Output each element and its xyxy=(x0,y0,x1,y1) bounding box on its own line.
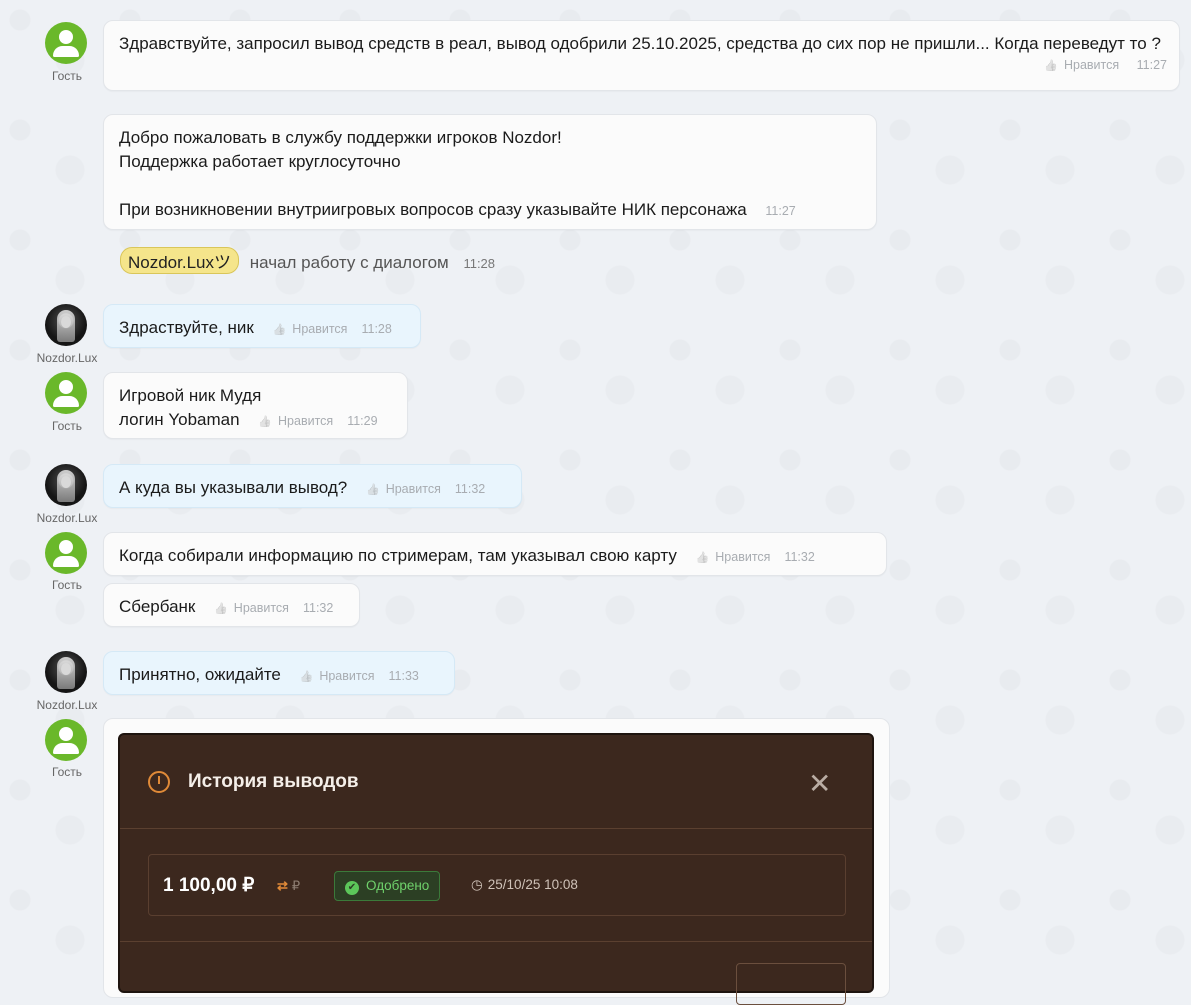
operator-avatar xyxy=(45,464,87,506)
author-label: Nozdor.Lux xyxy=(36,698,98,712)
author-label: Гость xyxy=(51,765,83,779)
like-button[interactable]: Нравится xyxy=(273,322,348,336)
message-bubble: А куда вы указывали вывод? Нравится 11:32 xyxy=(103,464,522,508)
like-button[interactable]: Нравится xyxy=(300,669,375,683)
button-stub xyxy=(736,963,846,1005)
message-time: 11:27 xyxy=(1136,58,1167,72)
close-icon: ✕ xyxy=(808,768,832,799)
author-label: Гость xyxy=(51,578,83,592)
message-time: 11:28 xyxy=(361,322,392,336)
author-label: Nozdor.Lux xyxy=(36,511,98,525)
divider xyxy=(120,941,872,942)
withdrawal-row: 1 100,00 ₽ ⇄₽ Одобрено 25/10/25 10:08 xyxy=(148,854,846,916)
message-line: Игровой ник Мудя xyxy=(119,386,262,405)
screenshot-title: История выводов xyxy=(188,771,359,792)
like-button[interactable]: Нравится xyxy=(214,601,289,615)
operator-avatar xyxy=(45,304,87,346)
status-badge: Одобрено xyxy=(334,871,441,901)
message-line: логин Yobaman xyxy=(119,410,240,429)
message-text: Здравствуйте, запросил вывод средств в р… xyxy=(119,34,1161,53)
operator-nick-badge[interactable]: Nozdor.Luxツ xyxy=(120,247,239,274)
author-label: Гость xyxy=(51,419,83,433)
currency-swap-icon: ⇄ ₽ xyxy=(277,878,301,893)
system-line: Nozdor.Luxツ начал работу с диалогом 11:2… xyxy=(120,247,495,274)
guest-avatar xyxy=(45,22,87,64)
message-line: Добро пожаловать в службу поддержки игро… xyxy=(119,128,562,147)
author-label: Гость xyxy=(51,69,83,83)
divider xyxy=(120,828,872,829)
message-time: 11:28 xyxy=(463,256,496,271)
message-text: Когда собирали информацию по стримерам, … xyxy=(119,546,677,565)
welcome-message: Добро пожаловать в службу поддержки игро… xyxy=(103,114,877,230)
like-button[interactable]: Нравится xyxy=(1044,58,1119,72)
message-text: Принятно, ожидайте xyxy=(119,665,281,684)
history-icon xyxy=(148,771,170,793)
author-label: Nozdor.Lux xyxy=(36,351,98,365)
message-time: 11:32 xyxy=(454,482,486,496)
message-bubble: Здравствуйте, запросил вывод средств в р… xyxy=(103,20,1180,91)
guest-avatar xyxy=(45,532,87,574)
message-bubble: Когда собирали информацию по стримерам, … xyxy=(103,532,887,576)
system-text: начал работу с диалогом xyxy=(249,253,449,272)
message-time: 11:27 xyxy=(765,204,796,218)
like-button[interactable]: Нравится xyxy=(258,414,333,428)
message-line: При возникновении внутриигровых вопросов… xyxy=(119,200,747,219)
guest-avatar xyxy=(45,719,87,761)
guest-avatar xyxy=(45,372,87,414)
message-text: Сбербанк xyxy=(119,597,196,616)
operator-avatar xyxy=(45,651,87,693)
message-time: 11:32 xyxy=(784,550,815,564)
like-button[interactable]: Нравится xyxy=(696,550,771,564)
message-time: 11:29 xyxy=(347,414,378,428)
message-time: 11:32 xyxy=(302,601,334,615)
attached-screenshot[interactable]: История выводов ✕ 1 100,00 ₽ ⇄₽ Одобрено… xyxy=(118,733,874,1005)
like-button[interactable]: Нравится xyxy=(366,482,441,496)
message-bubble: Здраствуйте, ник Нравится 11:28 xyxy=(103,304,421,348)
message-time: 11:33 xyxy=(388,669,419,683)
message-bubble: Принятно, ожидайте Нравится 11:33 xyxy=(103,651,455,695)
message-bubble: Сбербанк Нравится 11:32 xyxy=(103,583,360,627)
withdrawal-amount: 1 100,00 ₽ xyxy=(163,875,255,896)
withdrawal-date: 25/10/25 10:08 xyxy=(471,877,578,893)
message-text: Здраствуйте, ник xyxy=(119,318,254,337)
message-bubble: Игровой ник Мудя логин Yobaman Нравится 1… xyxy=(103,372,408,439)
message-text: А куда вы указывали вывод? xyxy=(119,478,348,497)
message-line: Поддержка работает круглосуточно xyxy=(119,152,401,171)
